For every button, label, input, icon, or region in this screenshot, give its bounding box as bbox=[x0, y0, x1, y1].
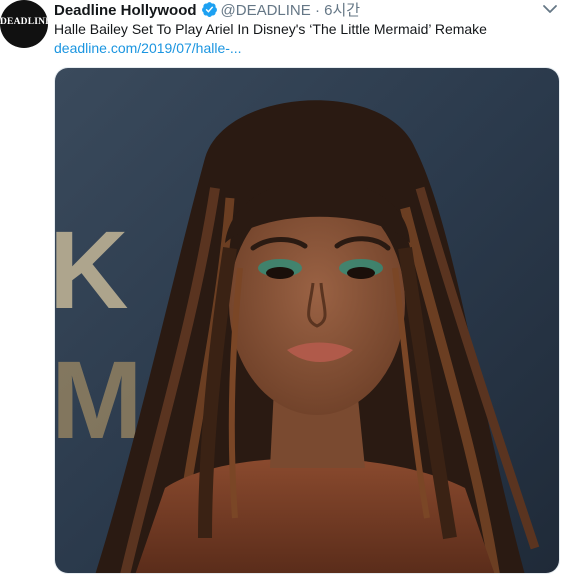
svg-text:M: M bbox=[55, 339, 143, 462]
separator-dot: · bbox=[314, 2, 320, 19]
deadline-logo: DEADLINE bbox=[0, 17, 48, 27]
svg-text:K: K bbox=[55, 209, 128, 332]
tweet-timestamp[interactable]: 6시간 bbox=[324, 2, 360, 19]
author-display-name[interactable]: Deadline Hollywood bbox=[54, 2, 197, 19]
author-handle[interactable]: @DEADLINE bbox=[221, 2, 311, 19]
article-link[interactable]: deadline.com/2019/07/halle-... bbox=[54, 39, 242, 57]
tweet-text: Halle Bailey Set To Play Ariel In Disney… bbox=[54, 21, 487, 37]
tweet-photo[interactable]: K M bbox=[54, 67, 560, 574]
avatar[interactable]: DEADLINE bbox=[0, 0, 48, 48]
chevron-down-icon[interactable] bbox=[542, 2, 558, 21]
